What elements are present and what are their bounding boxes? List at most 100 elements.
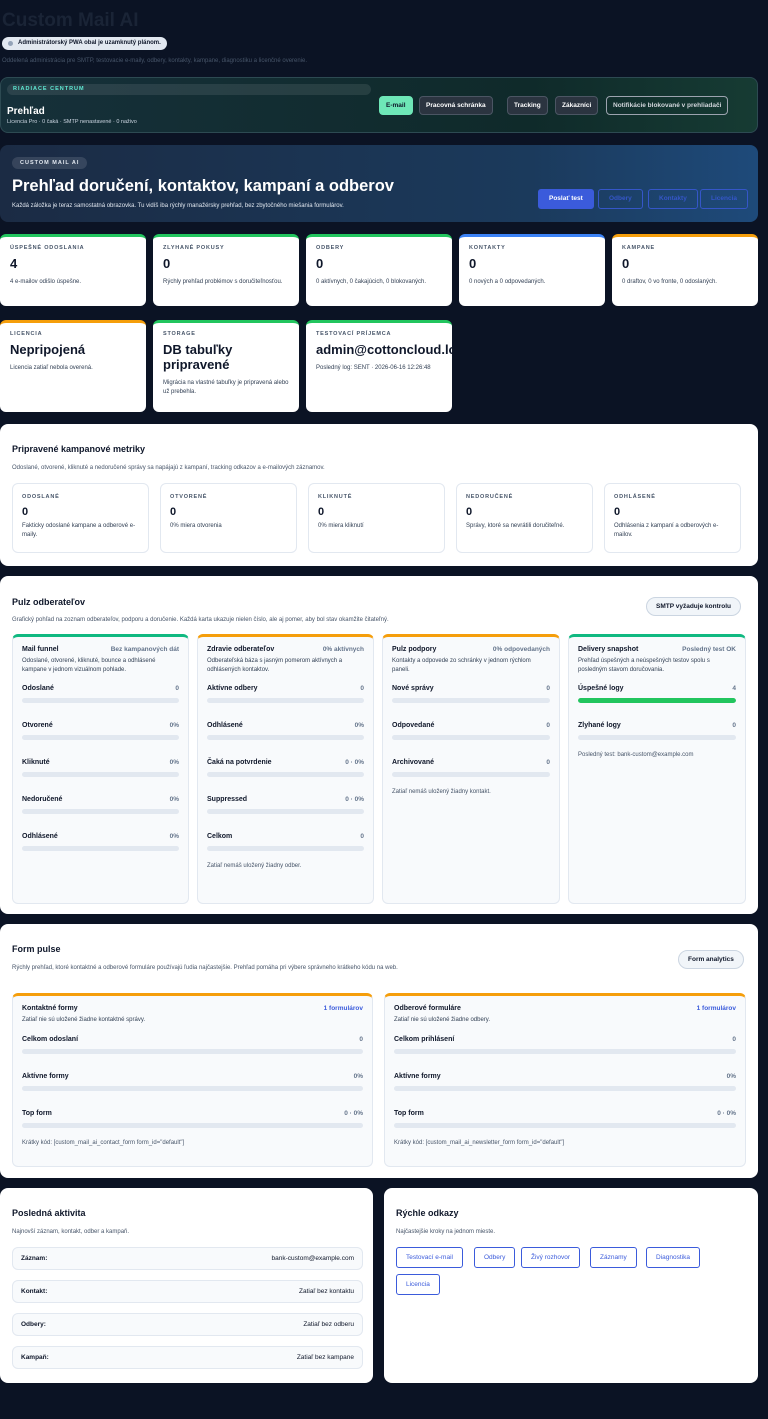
row-label: Zlyhané logy	[578, 722, 621, 730]
row-value: 0	[546, 722, 550, 730]
control-center: RIADIACE CENTRUM Prehľad Licencia Pro · …	[0, 77, 758, 133]
funnel-row: Nedoručené 0%	[22, 796, 179, 815]
metric-description: Odhlásenia z kampaní a odberových e-mail…	[614, 523, 719, 538]
control-center-kicker: RIADIACE CENTRUM	[7, 84, 371, 95]
form-metric-row: Aktívne formy 0%	[22, 1073, 363, 1091]
recent-activity-panel: Posledná aktivita Najnovší záznam, konta…	[0, 1188, 373, 1383]
quick-link-logs[interactable]: Záznamy	[590, 1247, 637, 1268]
card-footnote: Posledný test: bank-custom@example.com	[578, 752, 694, 759]
delivery-snapshot-card: Delivery snapshot Posledný test OK Prehľa…	[568, 634, 746, 904]
tab-customers[interactable]: Zákazníci	[555, 96, 599, 115]
row-label: Top form	[22, 1109, 52, 1117]
row-value: 0%	[726, 1072, 736, 1080]
progress-bar	[22, 1048, 363, 1054]
row-label: Celkom prihlásení	[394, 1035, 455, 1043]
hero-kicker: CUSTOM MAIL AI	[12, 157, 88, 169]
stat-description: 0 aktívnych, 0 čakajúcich, 0 blokovaných…	[316, 278, 427, 285]
row-label: Suppressed	[207, 796, 248, 804]
stat-card-test-recipient: TESTOVACÍ PRÍJEMCA admin@cottoncloud.lo …	[306, 320, 452, 412]
card-tag: 0% aktívnych	[322, 646, 364, 653]
stat-card-subscriptions: ODBERY 0 0 aktívnych, 0 čakajúcich, 0 bl…	[306, 234, 452, 306]
row-value: 0	[360, 685, 364, 693]
pulse-subtitle: Grafický pohľad na zoznam odberateľov, p…	[12, 617, 389, 623]
stat-card-contacts: KONTAKTY 0 0 nových a 0 odpovedaných.	[459, 234, 605, 306]
row-label: Záznam:	[21, 1255, 48, 1262]
row-value: 0	[732, 1035, 736, 1043]
tab-tracking[interactable]: Tracking	[507, 96, 548, 115]
stat-card-storage: STORAGE DB tabuľky pripravené Migrácia n…	[153, 320, 299, 412]
stat-description: 0 nových a 0 odpovedaných.	[469, 278, 546, 285]
stat-value: 0	[316, 256, 324, 271]
row-value: 4	[732, 685, 736, 693]
metric-label: OTVORENÉ	[170, 494, 208, 500]
stat-value: 0	[622, 256, 630, 271]
form-metric-row: Celkom odoslaní 0	[22, 1036, 363, 1054]
subscriptions-button[interactable]: Odbery	[598, 189, 643, 209]
row-label: Úspešné logy	[578, 685, 624, 693]
row-value: Zatiaľ bez odberu	[303, 1321, 354, 1328]
form-metric-row: Top form 0 · 0%	[394, 1110, 736, 1128]
tab-inbox[interactable]: Pracovná schránka	[419, 96, 493, 115]
stat-description: 0 draftov, 0 vo fronte, 0 odoslaných.	[622, 278, 717, 285]
progress-fill	[578, 698, 736, 704]
quick-link-diagnostics[interactable]: Diagnostika	[646, 1247, 700, 1268]
metric-value: 0	[466, 506, 473, 518]
health-row: Suppressed 0 · 0%	[207, 796, 364, 815]
row-value: 0%	[354, 722, 364, 730]
row-value: 0 · 0%	[345, 796, 364, 804]
row-value: Zatiaľ bez kampane	[296, 1354, 354, 1361]
quick-links-panel: Rýchle odkazy Najčastejšie kroky na jedn…	[384, 1188, 758, 1383]
row-label: Odhlásené	[207, 722, 243, 730]
tab-email[interactable]: E-mail	[379, 96, 413, 115]
row-label: Aktívne formy	[22, 1072, 69, 1080]
stat-value: admin@cottoncloud.lo	[316, 342, 452, 357]
card-title: Odberové formuláre	[394, 1005, 461, 1012]
stat-value: DB tabuľky pripravené	[163, 342, 233, 372]
quick-link-license[interactable]: Licencia	[396, 1274, 440, 1295]
row-label: Top form	[394, 1109, 424, 1117]
row-label: Odoslané	[22, 685, 54, 693]
delivery-row: Úspešné logy 4	[578, 685, 736, 704]
progress-bar	[22, 1085, 363, 1091]
notifications-blocked-button[interactable]: Notifikácie blokované v prehliadači	[606, 96, 729, 115]
quick-link-subscriptions[interactable]: Odbery	[474, 1247, 516, 1268]
stat-label: KONTAKTY	[469, 245, 506, 251]
stat-label: TESTOVACÍ PRÍJEMCA	[316, 331, 392, 337]
license-button[interactable]: Licencia	[700, 189, 749, 209]
card-footnote: Zatiaľ nemáš uložený žiadny odber.	[207, 863, 302, 870]
progress-bar	[22, 846, 179, 852]
funnel-row: Kliknuté 0%	[22, 759, 179, 778]
card-tag: Posledný test OK	[682, 646, 736, 653]
stat-value: 0	[163, 256, 171, 271]
stat-description: Posledný log: SENT · 2026-06-16 12:26:48	[316, 364, 431, 371]
metric-value: 0	[22, 506, 29, 518]
stat-card-license: LICENCIA Nepripojená Licencia zatiaľ neb…	[0, 320, 146, 412]
row-value: 0%	[169, 796, 179, 804]
row-value: 0	[359, 1035, 363, 1043]
app-title: Custom Mail AI	[2, 10, 139, 31]
progress-bar	[207, 846, 364, 852]
card-tag: 1 formulárov	[323, 1005, 363, 1012]
row-value: 0%	[169, 833, 179, 841]
form-analytics-button[interactable]: Form analytics	[678, 950, 744, 969]
progress-bar	[394, 1048, 736, 1054]
health-row: Odhlásené 0%	[207, 722, 364, 741]
stat-value: 4	[10, 256, 18, 271]
row-value: 0%	[353, 1072, 363, 1080]
card-title: Kontaktné formy	[22, 1005, 78, 1012]
metric-description: 0% miera kliknutí	[318, 523, 364, 529]
smtp-check-button[interactable]: SMTP vyžaduje kontrolu	[646, 597, 742, 616]
campaign-metrics-panel: Pripravené kampanové metriky Odoslané, o…	[0, 424, 758, 566]
send-test-button[interactable]: Poslať test	[538, 189, 594, 209]
quick-link-live-chat[interactable]: Živý rozhovor	[521, 1247, 581, 1268]
metric-value: 0	[170, 506, 177, 518]
form-pulse-subtitle: Rýchly prehľad, ktoré kontaktné a odbero…	[12, 965, 398, 971]
quick-link-test-email[interactable]: Testovací e-mail	[396, 1247, 463, 1268]
activity-row-record: Záznam: bank-custom@example.com	[12, 1247, 363, 1270]
metric-label: ODOSLANÉ	[22, 494, 60, 500]
stat-card-failed-attempts: ZLYHANÉ POKUSY 0 Rýchly prehľad problémo…	[153, 234, 299, 306]
stat-value: 0	[469, 256, 477, 271]
health-row: Aktívne odbery 0	[207, 685, 364, 704]
contacts-button[interactable]: Kontakty	[648, 189, 698, 209]
row-label: Aktívne odbery	[207, 685, 258, 693]
